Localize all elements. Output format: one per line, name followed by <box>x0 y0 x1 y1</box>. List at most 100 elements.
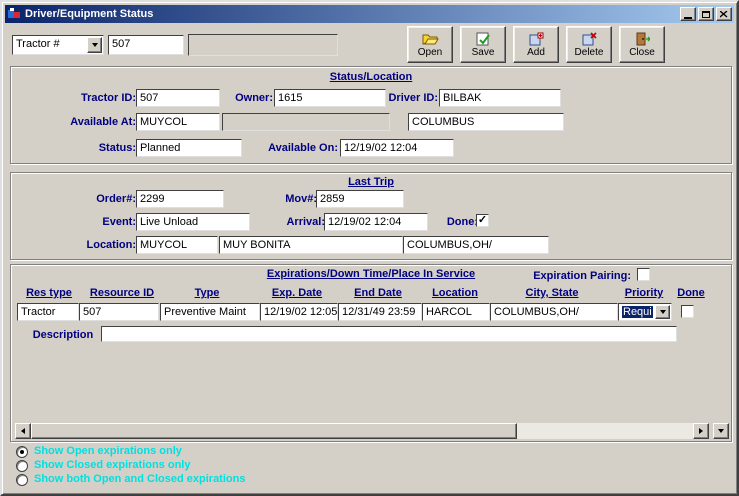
available-on-input[interactable]: 12/19/02 12:04 <box>340 139 454 157</box>
scrollbar-thumb[interactable] <box>31 423 517 439</box>
arrival-label: Arrival: <box>261 216 325 228</box>
delete-button[interactable]: Delete <box>566 26 612 63</box>
delete-record-icon <box>582 32 597 46</box>
tractor-id-input[interactable]: 507 <box>136 89 220 107</box>
mov-label: Mov#: <box>255 193 317 205</box>
open-button-label: Open <box>418 47 442 58</box>
location-label: Location: <box>41 239 136 251</box>
row-location-input[interactable]: HARCOL <box>422 303 490 321</box>
last-trip-group: Last Trip Order#: 2299 Mov#: 2859 Event:… <box>10 172 732 260</box>
event-label: Event: <box>41 216 136 228</box>
row-res-type-input[interactable]: Tractor <box>17 303 79 321</box>
maximize-icon <box>702 11 710 18</box>
open-button[interactable]: Open <box>407 26 453 63</box>
radio-show-both[interactable] <box>16 474 28 486</box>
column-header-priority: Priority <box>616 287 672 299</box>
status-location-group: Status/Location Tractor ID: 507 Owner: 1… <box>10 66 732 164</box>
radio-show-open-label[interactable]: Show Open expirations only <box>34 445 182 457</box>
add-button[interactable]: Add <box>513 26 559 63</box>
driver-equipment-status-window: Driver/Equipment Status Tractor # 507 Op… <box>0 0 739 496</box>
row-type-input[interactable]: Preventive Maint <box>160 303 260 321</box>
minimize-icon <box>684 17 692 19</box>
priority-value: Requi <box>622 306 653 318</box>
radio-show-both-label[interactable]: Show both Open and Closed expirations <box>34 473 245 485</box>
row-resource-id-input[interactable]: 507 <box>79 303 159 321</box>
last-trip-title: Last Trip <box>11 176 731 188</box>
location-city-input[interactable]: COLUMBUS,OH/ <box>403 236 549 254</box>
maximize-button[interactable] <box>698 7 714 21</box>
available-at-code-input[interactable]: MUYCOL <box>136 113 220 131</box>
status-input[interactable]: Planned <box>136 139 242 157</box>
available-at-name-field <box>222 113 390 131</box>
column-header-type: Type <box>157 287 257 299</box>
resource-type-select[interactable]: Tractor # <box>12 35 104 55</box>
priority-select[interactable]: Requi <box>618 303 672 321</box>
open-folder-icon <box>422 32 439 46</box>
tractor-id-label: Tractor ID: <box>41 92 136 104</box>
close-button-label: Close <box>629 47 655 58</box>
owner-label: Owner: <box>213 92 273 104</box>
available-at-label: Available At: <box>41 116 136 128</box>
expiration-pairing-label: Expiration Pairing: <box>506 270 631 282</box>
scroll-left-button[interactable] <box>15 423 31 439</box>
column-header-done: Done <box>671 287 711 299</box>
order-label: Order#: <box>41 193 136 205</box>
add-button-label: Add <box>527 47 545 58</box>
delete-button-label: Delete <box>575 47 604 58</box>
toolbar-close-button[interactable]: Close <box>619 26 665 63</box>
expiration-pairing-checkbox[interactable] <box>637 268 650 281</box>
scroll-right-button[interactable] <box>693 423 709 439</box>
row-city-state-input[interactable]: COLUMBUS,OH/ <box>490 303 618 321</box>
location-name-input[interactable]: MUY BONITA <box>219 236 403 254</box>
minimize-button[interactable] <box>680 7 696 21</box>
column-header-res-type: Res type <box>19 287 79 299</box>
window-close-button[interactable] <box>716 7 732 21</box>
column-header-city-state: City, State <box>488 287 616 299</box>
window-title: Driver/Equipment Status <box>25 8 678 20</box>
row-exp-date-input[interactable]: 12/19/02 12:05 <box>260 303 338 321</box>
description-label: Description <box>25 329 101 341</box>
readonly-field <box>188 34 338 56</box>
arrow-left-icon <box>21 428 25 434</box>
save-check-icon <box>476 32 491 46</box>
priority-dropdown-button[interactable] <box>655 305 670 319</box>
available-on-label: Available On: <box>243 142 338 154</box>
column-header-resource-id: Resource ID <box>81 287 163 299</box>
radio-show-closed[interactable] <box>16 460 28 472</box>
chevron-down-icon <box>660 310 666 314</box>
status-location-title: Status/Location <box>11 71 731 83</box>
column-header-end-date: End Date <box>336 287 420 299</box>
radio-show-open[interactable] <box>16 446 28 458</box>
row-end-date-input[interactable]: 12/31/49 23:59 <box>338 303 422 321</box>
resource-type-dropdown-button[interactable] <box>87 37 102 53</box>
location-code-input[interactable]: MUYCOL <box>136 236 218 254</box>
column-header-location: Location <box>420 287 490 299</box>
app-icon <box>7 7 21 21</box>
expirations-group: Expirations/Down Time/Place In Service E… <box>10 264 732 442</box>
arrow-right-icon <box>699 428 703 434</box>
row-done-checkbox[interactable] <box>681 305 694 318</box>
arrow-down-icon <box>718 429 724 433</box>
save-button[interactable]: Save <box>460 26 506 63</box>
driver-id-label: Driver ID: <box>368 92 438 104</box>
status-label: Status: <box>41 142 136 154</box>
chevron-down-icon <box>92 43 98 47</box>
add-record-icon <box>529 32 544 46</box>
driver-id-input[interactable]: BILBAK <box>439 89 561 107</box>
mov-input[interactable]: 2859 <box>316 190 404 208</box>
resource-id-input[interactable]: 507 <box>108 35 184 55</box>
event-input[interactable]: Live Unload <box>136 213 250 231</box>
done-label: Done: <box>428 216 478 228</box>
arrival-input[interactable]: 12/19/02 12:04 <box>324 213 428 231</box>
done-checkbox[interactable] <box>476 214 489 227</box>
title-bar: Driver/Equipment Status <box>5 5 734 23</box>
close-door-icon <box>635 32 650 46</box>
close-icon <box>720 11 728 18</box>
radio-show-closed-label[interactable]: Show Closed expirations only <box>34 459 190 471</box>
save-button-label: Save <box>472 47 495 58</box>
available-at-city-input[interactable]: COLUMBUS <box>408 113 564 131</box>
scroll-down-button[interactable] <box>713 423 729 439</box>
order-input[interactable]: 2299 <box>136 190 224 208</box>
description-input[interactable] <box>101 326 677 342</box>
resource-type-value: Tractor # <box>16 38 60 50</box>
